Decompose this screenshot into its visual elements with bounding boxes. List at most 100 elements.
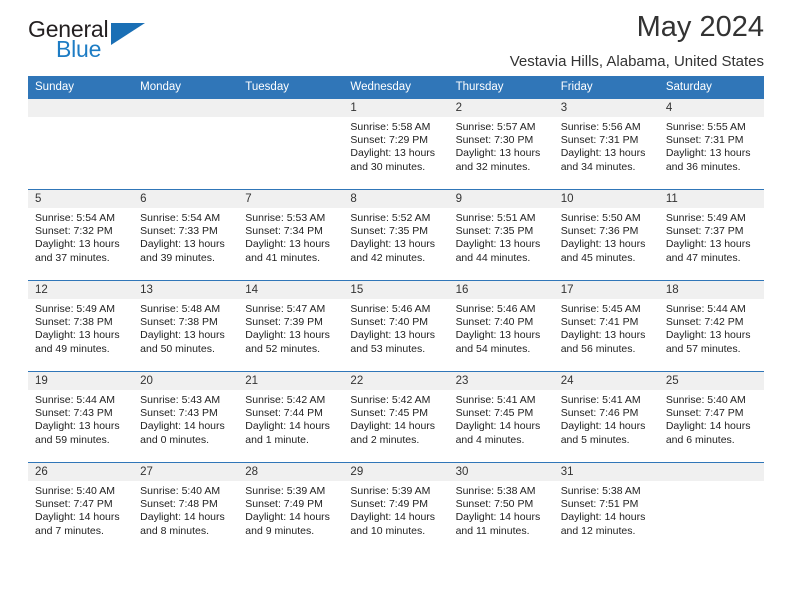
calendar-day-cell[interactable]: 25 Sunrise: 5:40 AM Sunset: 7:47 PM Dayl… [658,371,764,463]
sunset-text: Sunset: 7:42 PM [665,316,744,329]
sunset-text: Sunset: 7:41 PM [560,316,639,329]
calendar-day-cell[interactable] [133,98,239,190]
daylight-text-line1: Daylight: 13 hours [35,420,120,433]
daylight-text-line1: Daylight: 14 hours [350,511,436,524]
day-number: 15 [343,281,449,299]
daylight-text-line2: and 32 minutes. [455,160,531,173]
calendar-day-cell[interactable]: 16 Sunrise: 5:46 AM Sunset: 7:40 PM Dayl… [448,280,554,372]
sunrise-text: Sunrise: 5:40 AM [140,485,221,497]
sunset-text: Sunset: 7:40 PM [455,316,534,329]
calendar-day-cell[interactable]: 11 Sunrise: 5:49 AM Sunset: 7:37 PM Dayl… [658,189,764,281]
calendar-day-cell[interactable]: 5 Sunrise: 5:54 AM Sunset: 7:32 PM Dayli… [28,189,134,281]
calendar-day-cell[interactable]: 14 Sunrise: 5:47 AM Sunset: 7:39 PM Dayl… [238,280,344,372]
day-number: 26 [28,463,134,481]
day-number: 16 [448,281,554,299]
calendar-day-cell[interactable]: 30 Sunrise: 5:38 AM Sunset: 7:50 PM Dayl… [448,462,554,553]
calendar-day-cell[interactable]: 26 Sunrise: 5:40 AM Sunset: 7:47 PM Dayl… [28,462,134,553]
calendar-day-cell[interactable]: 19 Sunrise: 5:44 AM Sunset: 7:43 PM Dayl… [28,371,134,463]
sunrise-text: Sunrise: 5:54 AM [140,212,221,224]
day-number: 19 [28,372,134,390]
sunset-text: Sunset: 7:30 PM [455,134,534,147]
calendar-page: General Blue May 2024 Vestavia Hills, Al… [0,0,792,612]
daylight-text-line2: and 34 minutes. [560,160,636,173]
calendar-day-cell[interactable] [658,462,764,553]
logo-triangle-icon [111,23,145,45]
sunset-text: Sunset: 7:31 PM [560,134,639,147]
sunrise-text: Sunrise: 5:58 AM [350,121,431,133]
calendar-day-cell[interactable]: 31 Sunrise: 5:38 AM Sunset: 7:51 PM Dayl… [553,462,659,553]
daylight-text-line2: and 36 minutes. [665,160,741,173]
daylight-text-line2: and 47 minutes. [665,251,741,264]
calendar-day-cell[interactable]: 22 Sunrise: 5:42 AM Sunset: 7:45 PM Dayl… [343,371,449,463]
sunrise-text: Sunrise: 5:54 AM [35,212,115,224]
calendar-day-cell[interactable] [238,98,344,190]
sunset-text: Sunset: 7:51 PM [560,498,639,511]
calendar-day-cell[interactable]: 2 Sunrise: 5:57 AM Sunset: 7:30 PM Dayli… [448,98,554,190]
day-number: 4 [658,99,764,117]
sunrise-text: Sunrise: 5:40 AM [665,394,746,406]
daylight-text-line1: Daylight: 13 hours [140,238,225,251]
daylight-text-line1: Daylight: 13 hours [665,147,751,160]
sunset-text: Sunset: 7:31 PM [665,134,744,147]
calendar-day-cell[interactable]: 20 Sunrise: 5:43 AM Sunset: 7:43 PM Dayl… [133,371,239,463]
daylight-text-line2: and 52 minutes. [245,342,320,355]
daylight-text-line1: Daylight: 13 hours [140,329,225,342]
calendar-day-cell[interactable]: 1 Sunrise: 5:58 AM Sunset: 7:29 PM Dayli… [343,98,449,190]
day-number: 20 [133,372,239,390]
calendar-day-cell[interactable]: 18 Sunrise: 5:44 AM Sunset: 7:42 PM Dayl… [658,280,764,372]
calendar-day-cell[interactable]: 8 Sunrise: 5:52 AM Sunset: 7:35 PM Dayli… [343,189,449,281]
daylight-text-line1: Daylight: 13 hours [560,147,646,160]
daylight-text-line2: and 5 minutes. [560,433,630,446]
calendar-day-cell[interactable]: 21 Sunrise: 5:42 AM Sunset: 7:44 PM Dayl… [238,371,344,463]
daylight-text-line1: Daylight: 13 hours [350,147,436,160]
calendar-day-cell[interactable]: 27 Sunrise: 5:40 AM Sunset: 7:48 PM Dayl… [133,462,239,553]
day-number: 10 [553,190,659,208]
calendar-day-cell[interactable]: 15 Sunrise: 5:46 AM Sunset: 7:40 PM Dayl… [343,280,449,372]
sunset-text: Sunset: 7:45 PM [455,407,534,420]
daylight-text-line1: Daylight: 14 hours [665,420,751,433]
calendar-day-cell[interactable]: 4 Sunrise: 5:55 AM Sunset: 7:31 PM Dayli… [658,98,764,190]
sunset-text: Sunset: 7:48 PM [140,498,218,511]
calendar-day-cell[interactable]: 12 Sunrise: 5:49 AM Sunset: 7:38 PM Dayl… [28,280,134,372]
daylight-text-line2: and 9 minutes. [245,524,315,537]
sunrise-text: Sunrise: 5:45 AM [560,303,641,315]
calendar-day-cell[interactable]: 7 Sunrise: 5:53 AM Sunset: 7:34 PM Dayli… [238,189,344,281]
sunset-text: Sunset: 7:46 PM [560,407,639,420]
daylight-text-line1: Daylight: 14 hours [245,511,330,524]
sunset-text: Sunset: 7:49 PM [245,498,323,511]
calendar-week-row: 19 Sunrise: 5:44 AM Sunset: 7:43 PM Dayl… [28,371,764,463]
sunset-text: Sunset: 7:49 PM [350,498,429,511]
calendar-week-row: 5 Sunrise: 5:54 AM Sunset: 7:32 PM Dayli… [28,189,764,281]
daylight-text-line2: and 39 minutes. [140,251,215,264]
sunrise-text: Sunrise: 5:42 AM [245,394,326,406]
daylight-text-line2: and 49 minutes. [35,342,110,355]
sunrise-text: Sunrise: 5:49 AM [35,303,115,315]
sunrise-text: Sunrise: 5:50 AM [560,212,641,224]
calendar-day-cell[interactable]: 6 Sunrise: 5:54 AM Sunset: 7:33 PM Dayli… [133,189,239,281]
day-number [238,99,344,117]
calendar-day-cell[interactable] [28,98,134,190]
calendar-day-cell[interactable]: 29 Sunrise: 5:39 AM Sunset: 7:49 PM Dayl… [343,462,449,553]
sunset-text: Sunset: 7:38 PM [140,316,218,329]
calendar-day-cell[interactable]: 24 Sunrise: 5:41 AM Sunset: 7:46 PM Dayl… [553,371,659,463]
day-number: 6 [133,190,239,208]
calendar-day-cell[interactable]: 17 Sunrise: 5:45 AM Sunset: 7:41 PM Dayl… [553,280,659,372]
sunrise-text: Sunrise: 5:57 AM [455,121,536,133]
general-blue-logo[interactable]: General Blue [28,18,158,66]
calendar-body: 1 Sunrise: 5:58 AM Sunset: 7:29 PM Dayli… [28,98,764,553]
calendar-day-cell[interactable]: 13 Sunrise: 5:48 AM Sunset: 7:38 PM Dayl… [133,280,239,372]
calendar-day-cell[interactable]: 10 Sunrise: 5:50 AM Sunset: 7:36 PM Dayl… [553,189,659,281]
daylight-text-line1: Daylight: 13 hours [560,238,646,251]
calendar-day-cell[interactable]: 28 Sunrise: 5:39 AM Sunset: 7:49 PM Dayl… [238,462,344,553]
day-number: 11 [658,190,764,208]
daylight-text-line2: and 8 minutes. [140,524,210,537]
sunset-text: Sunset: 7:29 PM [350,134,429,147]
calendar-day-cell[interactable]: 9 Sunrise: 5:51 AM Sunset: 7:35 PM Dayli… [448,189,554,281]
sunrise-text: Sunrise: 5:48 AM [140,303,221,315]
calendar-day-cell[interactable]: 3 Sunrise: 5:56 AM Sunset: 7:31 PM Dayli… [553,98,659,190]
sunset-text: Sunset: 7:40 PM [350,316,429,329]
daylight-text-line1: Daylight: 13 hours [455,329,541,342]
calendar-day-cell[interactable]: 23 Sunrise: 5:41 AM Sunset: 7:45 PM Dayl… [448,371,554,463]
daylight-text-line2: and 7 minutes. [35,524,104,537]
daylight-text-line2: and 56 minutes. [560,342,636,355]
